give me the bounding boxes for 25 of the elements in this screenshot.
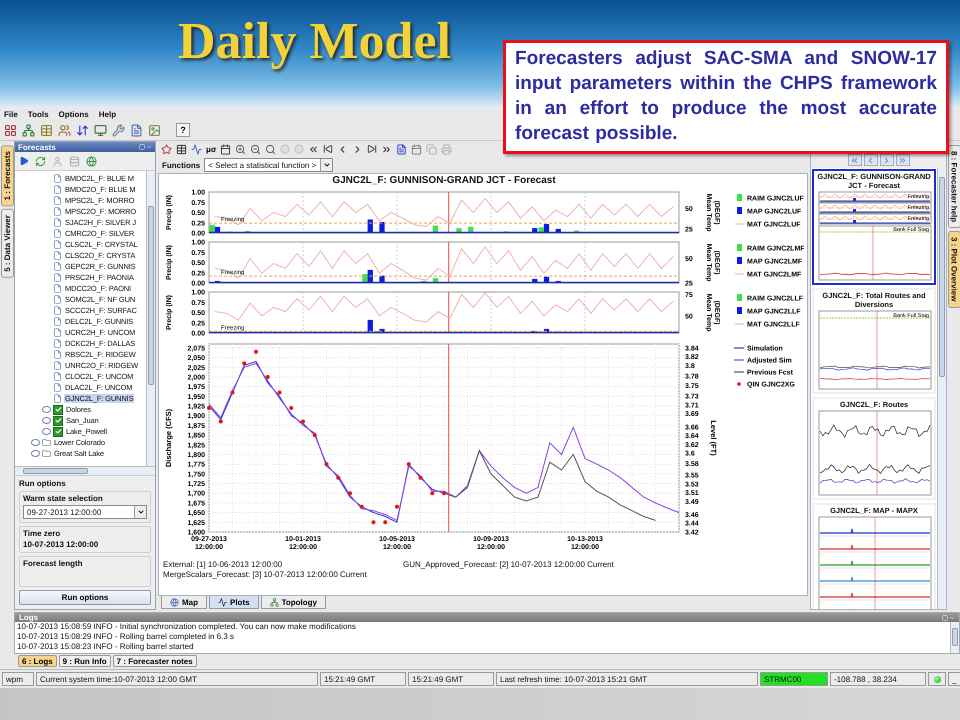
chart-title: GJNC2L_F: GUNNISON-GRAND JCT - Forecast	[331, 174, 557, 188]
panel-title: Forecasts	[18, 142, 56, 152]
status-field: wpm	[2, 672, 34, 686]
log-line: 10-07-2013 15:08:59 INFO - Initial synchronization completed. You can now make modifications	[17, 622, 357, 632]
group-title: Forecast length	[23, 559, 84, 568]
status-field: Last refresh time: 10-07-2013 15:21 GMT	[496, 672, 758, 686]
run-info-text: GUN_Approved_Forecast: [2] 10-07-2013 12:00:00 Current	[403, 560, 615, 569]
status-field: -108.788 , 38.234	[830, 672, 926, 686]
log-line: 10-07-2013 15:08:29 INFO - Rolling barrel completed in 6.3 s	[17, 632, 236, 642]
group-title: Time zero	[23, 529, 62, 538]
status-field: 15:21:49 GMT	[408, 672, 494, 686]
field-label: Functions	[162, 160, 200, 170]
field-value: 10-07-2013 12:00:00	[23, 540, 100, 549]
section-title: Run options	[19, 479, 67, 488]
run-info-text: External: [1] 10-06-2013 12:00:00	[163, 560, 284, 569]
status-field: 15:21:49 GMT	[320, 672, 406, 686]
status-field: STRMC00	[760, 672, 828, 686]
status-field: _	[948, 672, 960, 686]
panel-title: Logs	[19, 613, 38, 622]
slide-title: Daily Model	[178, 12, 451, 71]
run-info-text: MergeScalars_Forecast: [3] 10-07-2013 12:00:00 Current	[163, 570, 368, 579]
status-field: Current system time:10-07-2013 12:00 GMT	[36, 672, 318, 686]
callout-text: Forecasters adjust SAC-SMA and SNOW-17 input parameters within the CHPS framework in an effort to produce the most accurate forecast possible.	[503, 40, 949, 154]
log-line: 10-07-2013 15:08:23 INFO - Rolling barrel started	[17, 642, 195, 652]
group-title: Warm state selection	[23, 494, 104, 503]
